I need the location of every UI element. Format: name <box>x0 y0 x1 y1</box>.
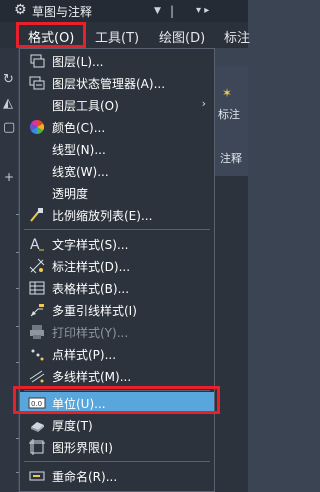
menu-item-layer-tools[interactable]: 图层工具(O) › <box>20 94 214 116</box>
ribbon-label-dimension[interactable]: 标注 <box>218 106 240 122</box>
ruler-tick <box>16 326 19 327</box>
menu-item-table-style[interactable]: 表格样式(B)... <box>20 277 214 299</box>
menu-tools[interactable]: 工具(T) <box>95 27 139 46</box>
menu-item-layer-state-manager[interactable]: 图层状态管理器(A)... <box>20 72 214 94</box>
thickness-icon <box>31 422 44 432</box>
point-style-icon <box>31 349 44 361</box>
menu-item-label: 多重引线样式(I) <box>52 304 137 318</box>
menu-item-label: 线型(N)... <box>52 143 106 157</box>
multiline-style-icon <box>29 370 45 383</box>
dimension-style-icon <box>29 258 45 274</box>
gear-icon[interactable]: ⚙ <box>14 2 27 18</box>
divider: | <box>170 4 175 18</box>
menu-item-color[interactable]: 颜色(C)... <box>20 116 214 138</box>
menu-item-plot-style: 打印样式(Y)... <box>20 321 214 343</box>
table-style-icon <box>29 281 45 295</box>
multileader-style-icon <box>30 304 44 317</box>
layer-state-manager-icon <box>29 76 45 90</box>
text-style-icon: A <box>30 237 44 253</box>
quick-access-more[interactable]: ▾ ▸ <box>196 5 209 16</box>
layers-icon <box>30 54 45 68</box>
menu-item-linetype[interactable]: 线型(N)... <box>20 138 214 160</box>
ruler-tick <box>16 288 19 289</box>
menu-item-label: 颜色(C)... <box>52 121 106 135</box>
color-wheel-icon <box>29 119 45 135</box>
drawing-area-right <box>214 176 248 492</box>
chevron-down-icon[interactable]: ▼ <box>154 6 161 16</box>
menu-item-thickness[interactable]: 厚度(T) <box>20 414 214 436</box>
menu-item-drawing-limits[interactable]: 图形界限(I) <box>20 436 214 458</box>
ruler-tick <box>16 214 19 215</box>
menu-item-label: 打印样式(Y)... <box>52 326 129 340</box>
square-icon[interactable]: ▢ <box>3 120 15 135</box>
menu-item-label: 厚度(T) <box>52 419 93 433</box>
menu-divider <box>24 461 210 462</box>
chevron-right-icon: › <box>201 97 206 110</box>
format-menu-highlight <box>16 22 86 48</box>
plot-style-icon <box>30 325 44 339</box>
menu-item-multiline-style[interactable]: 多线样式(M)... <box>20 365 214 387</box>
menu-item-label: 标注样式(D)... <box>52 260 131 274</box>
menu-divider <box>24 229 210 230</box>
menu-item-lineweight[interactable]: 线宽(W)... <box>20 160 214 182</box>
menu-item-label: 图层工具(O) <box>52 99 119 113</box>
menu-item-label: 比例缩放列表(E)... <box>52 209 153 223</box>
scale-list-icon <box>30 208 43 222</box>
ruler-tick <box>16 472 19 473</box>
menu-item-label: 文字样式(S)... <box>52 238 129 252</box>
ruler-tick <box>16 252 19 253</box>
units-item-highlight <box>13 386 220 414</box>
menu-item-label: 透明度 <box>52 187 89 201</box>
menu-draw[interactable]: 绘图(D) <box>159 27 205 46</box>
menu-item-layer[interactable]: 图层(L)... <box>20 50 214 72</box>
menu-item-label: 点样式(P)... <box>52 348 117 362</box>
format-dropdown-menu: 图层(L)... 图层状态管理器(A)... 图层工具(O) › 颜色(C)..… <box>19 48 215 492</box>
menu-dimension[interactable]: 标注 <box>224 27 250 46</box>
menu-item-label: 图层状态管理器(A)... <box>52 77 166 91</box>
menu-item-text-style[interactable]: A 文字样式(S)... <box>20 233 214 255</box>
menu-item-label: 重命名(R)... <box>52 470 118 484</box>
drawing-limits-icon <box>29 439 45 455</box>
ruler-tick <box>16 362 19 363</box>
menu-item-rename[interactable]: 重命名(R)... <box>20 465 214 487</box>
triangle-icon[interactable]: ◭ <box>3 96 13 111</box>
ribbon-label-annotate: 注释 <box>220 152 242 165</box>
menu-item-label: 图形界限(I) <box>52 441 113 455</box>
refresh-icon[interactable]: ↻ <box>3 72 14 87</box>
menu-item-scale-list[interactable]: 比例缩放列表(E)... <box>20 204 214 226</box>
menu-item-multileader-style[interactable]: 多重引线样式(I) <box>20 299 214 321</box>
menu-item-point-style[interactable]: 点样式(P)... <box>20 343 214 365</box>
menu-item-label: 线宽(W)... <box>52 165 109 179</box>
menu-item-label: 多线样式(M)... <box>52 370 132 384</box>
menu-item-label: 表格样式(B)... <box>52 282 130 296</box>
workspace-title[interactable]: 草图与注释 <box>32 3 92 20</box>
menu-item-dimension-style[interactable]: 标注样式(D)... <box>20 255 214 277</box>
title-bar: ⚙ 草图与注释 ▼ | ▾ ▸ <box>0 0 248 22</box>
rename-icon <box>29 471 45 481</box>
svg-text:A: A <box>30 237 40 253</box>
dimension-tool-icon[interactable]: ✶ <box>222 86 232 100</box>
menu-item-label: 图层(L)... <box>52 55 104 69</box>
ruler-tick <box>16 438 19 439</box>
menu-item-transparency[interactable]: 透明度 <box>20 182 214 204</box>
plus-icon[interactable]: + <box>4 170 14 184</box>
